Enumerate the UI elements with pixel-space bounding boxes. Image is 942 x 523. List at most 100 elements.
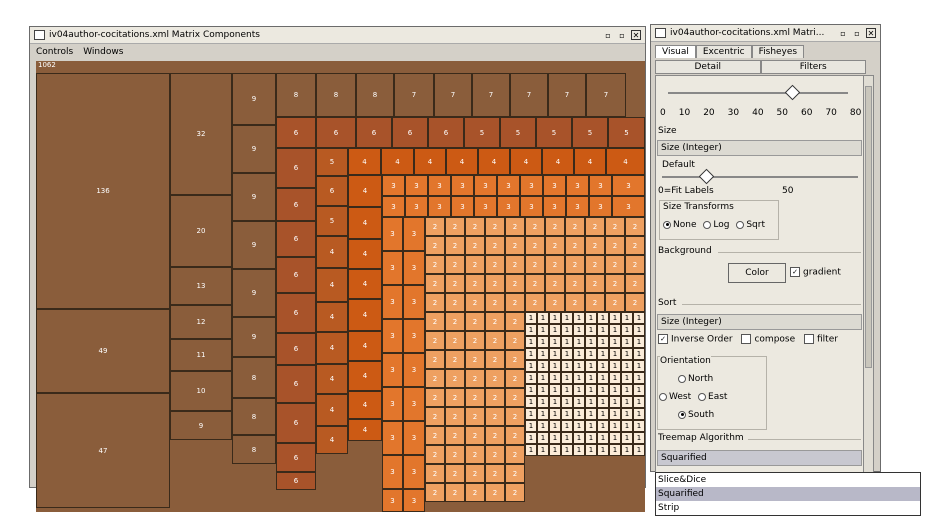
treemap-cell[interactable]: 1 <box>621 348 633 360</box>
scale-slider-track[interactable] <box>668 92 848 94</box>
treemap-cell[interactable]: 1 <box>621 384 633 396</box>
treemap-cell[interactable]: 2 <box>585 255 605 274</box>
treemap-cell[interactable]: 49 <box>36 309 170 393</box>
treemap-cell[interactable]: 2 <box>425 445 445 464</box>
treemap-cell[interactable]: 5 <box>316 148 348 176</box>
filter-checkbox[interactable] <box>804 334 815 344</box>
treemap-cell[interactable]: 1 <box>585 336 597 348</box>
treemap-cell[interactable]: 1 <box>561 420 573 432</box>
treemap-cell[interactable]: 3 <box>405 175 428 196</box>
treemap-cell[interactable]: 2 <box>425 312 445 331</box>
treemap-cell[interactable]: 3 <box>589 196 612 217</box>
treemap-cell[interactable]: 2 <box>425 255 445 274</box>
radio-south[interactable] <box>678 410 686 419</box>
treemap-cell[interactable]: 3 <box>520 175 543 196</box>
treemap-cell[interactable]: 8 <box>316 73 356 117</box>
size-select[interactable]: Size (Integer) <box>657 140 862 156</box>
treemap-cell[interactable]: 2 <box>545 236 565 255</box>
treemap-cell[interactable]: 9 <box>170 411 232 440</box>
treemap-cell[interactable]: 3 <box>405 196 428 217</box>
treemap-cell[interactable]: 2 <box>465 255 485 274</box>
treemap-cell[interactable]: 3 <box>403 421 425 455</box>
treemap-cell[interactable]: 1 <box>597 396 609 408</box>
treemap-cell[interactable]: 1 <box>549 336 561 348</box>
treemap-cell[interactable]: 1 <box>609 384 621 396</box>
treemap-cell[interactable]: 3 <box>403 489 425 512</box>
treemap-cell[interactable]: 2 <box>625 274 645 293</box>
treemap-cell[interactable]: 1 <box>573 372 585 384</box>
treemap-cell[interactable]: 1 <box>585 324 597 336</box>
treemap-cell[interactable]: 1 <box>561 408 573 420</box>
treemap-cell[interactable]: 1 <box>525 372 537 384</box>
treemap-canvas[interactable]: 1062 136 49 47 32 20 13 12 11 10 9 9 9 9 9 9 9 8 8 8 8 8 8 7 7 7… <box>36 61 645 512</box>
treemap-cell[interactable]: 1 <box>549 312 561 324</box>
treemap-cell[interactable]: 1 <box>609 408 621 420</box>
treemap-cell[interactable]: 2 <box>425 236 445 255</box>
treemap-cell[interactable]: 1 <box>549 432 561 444</box>
minimize-icon[interactable]: ▫ <box>603 30 613 40</box>
treemap-cell[interactable]: 1 <box>561 312 573 324</box>
treemap-cell[interactable]: 1 <box>549 396 561 408</box>
treemap-cell[interactable]: 1 <box>597 384 609 396</box>
tab-visual[interactable]: Visual <box>655 45 696 58</box>
treemap-cell[interactable]: 1 <box>549 324 561 336</box>
compose-checkbox[interactable] <box>741 334 752 344</box>
treemap-cell[interactable]: 1 <box>609 312 621 324</box>
treemap-cell[interactable]: 2 <box>425 369 445 388</box>
treemap-cell[interactable]: 1 <box>609 444 621 456</box>
treemap-cell[interactable]: 2 <box>445 255 465 274</box>
treemap-cell[interactable]: 2 <box>525 293 545 312</box>
treemap-cell[interactable]: 2 <box>505 293 525 312</box>
treemap-cell[interactable]: 4 <box>316 332 348 364</box>
treemap-cell[interactable]: 2 <box>445 445 465 464</box>
treemap-cell[interactable]: 2 <box>505 369 525 388</box>
treemap-cell[interactable]: 1 <box>537 420 549 432</box>
treemap-cell[interactable]: 2 <box>545 274 565 293</box>
treemap-cell[interactable]: 1 <box>585 432 597 444</box>
treemap-cell[interactable]: 1 <box>573 324 585 336</box>
treemap-cell[interactable]: 3 <box>382 251 403 285</box>
treemap-cell[interactable]: 2 <box>445 217 465 236</box>
treemap-cell[interactable]: 9 <box>232 125 276 173</box>
treemap-cell[interactable]: 2 <box>525 236 545 255</box>
treemap-cell[interactable]: 2 <box>485 426 505 445</box>
treemap-cell[interactable]: 2 <box>465 407 485 426</box>
treemap-cell[interactable]: 2 <box>485 369 505 388</box>
treemap-cell[interactable]: 2 <box>425 483 445 502</box>
treemap-cell[interactable]: 1 <box>597 420 609 432</box>
treemap-cell[interactable]: 2 <box>465 217 485 236</box>
treemap-cell[interactable]: 2 <box>565 293 585 312</box>
treemap-cell[interactable]: 1 <box>549 408 561 420</box>
treemap-cell[interactable]: 2 <box>465 331 485 350</box>
treemap-cell[interactable]: 2 <box>605 217 625 236</box>
treemap-cell[interactable]: 3 <box>382 353 403 387</box>
treemap-cell[interactable]: 1 <box>525 324 537 336</box>
treemap-cell[interactable]: 1 <box>525 432 537 444</box>
treemap-cell[interactable]: 2 <box>565 274 585 293</box>
treemap-cell[interactable]: 3 <box>451 175 474 196</box>
treemap-cell[interactable]: 5 <box>464 117 500 148</box>
treemap-cell[interactable]: 2 <box>425 350 445 369</box>
treemap-cell[interactable]: 2 <box>445 464 465 483</box>
treemap-cell[interactable]: 2 <box>625 255 645 274</box>
treemap-cell[interactable]: 2 <box>485 331 505 350</box>
treemap-cell[interactable]: 2 <box>525 274 545 293</box>
treemap-cell[interactable]: 1 <box>537 384 549 396</box>
treemap-cell[interactable]: 6 <box>276 443 316 472</box>
settings-title-bar[interactable]: iv04author-cocitations.xml Matri... ▫ ▫ … <box>651 25 880 42</box>
treemap-cell[interactable]: 47 <box>36 393 170 508</box>
treemap-cell[interactable]: 1 <box>597 444 609 456</box>
treemap-cell[interactable]: 5 <box>536 117 572 148</box>
treemap-cell[interactable]: 1 <box>561 336 573 348</box>
treemap-cell[interactable]: 1 <box>573 336 585 348</box>
treemap-cell[interactable]: 1 <box>525 444 537 456</box>
treemap-cell[interactable]: 1 <box>597 360 609 372</box>
treemap-cell[interactable]: 3 <box>382 455 403 489</box>
treemap-cell[interactable]: 2 <box>625 293 645 312</box>
treemap-cell[interactable]: 2 <box>465 426 485 445</box>
treemap-cell[interactable]: 1 <box>585 348 597 360</box>
treemap-cell[interactable]: 1 <box>609 432 621 444</box>
treemap-cell[interactable]: 2 <box>465 388 485 407</box>
treemap-cell[interactable]: 10 <box>170 371 232 411</box>
treemap-cell[interactable]: 1 <box>597 408 609 420</box>
